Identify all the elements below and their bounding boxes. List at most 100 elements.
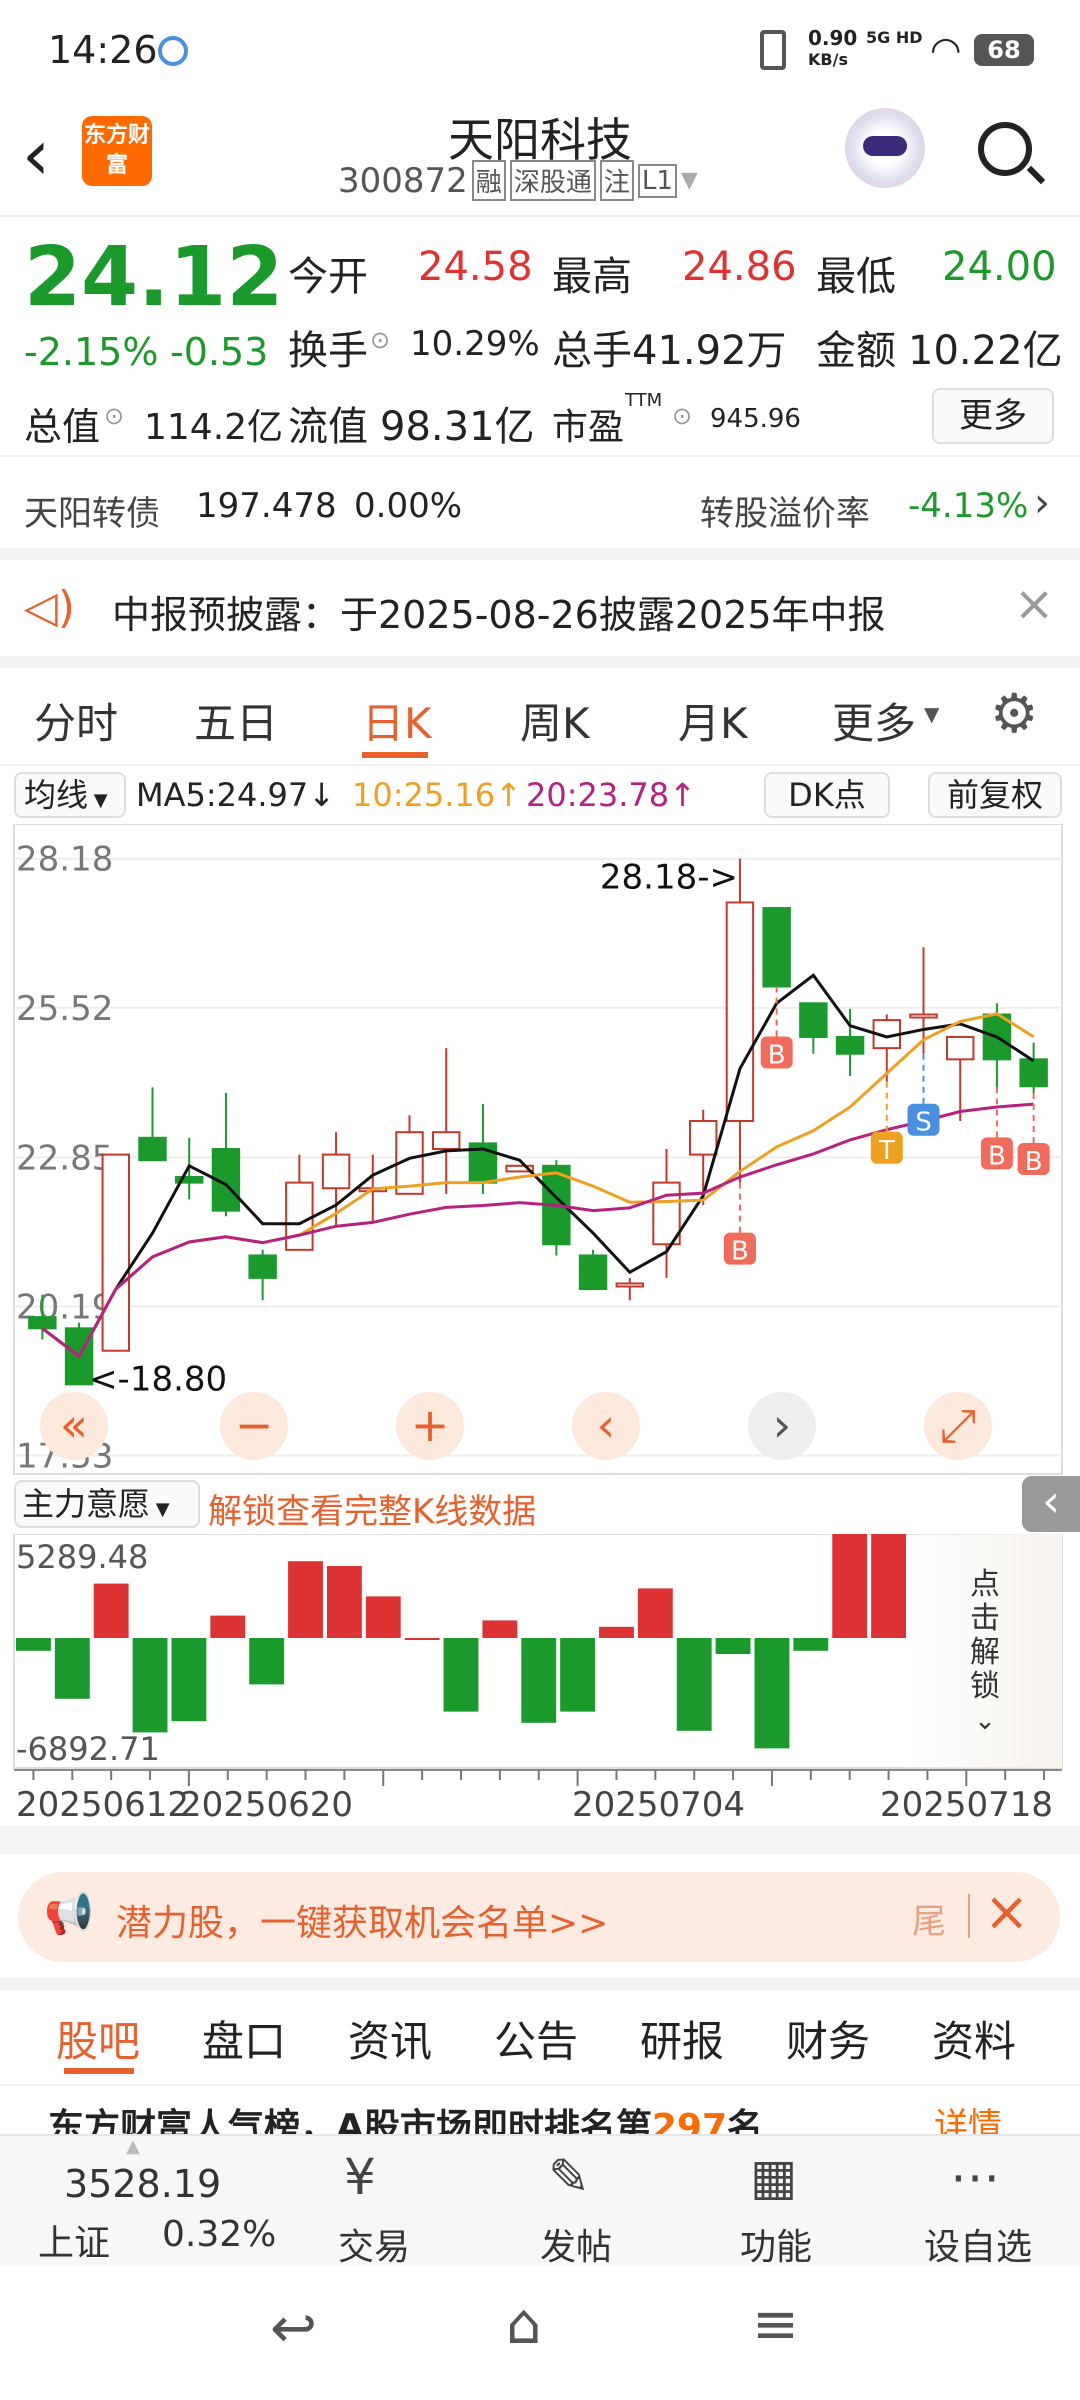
tab-daily-k[interactable]: 日K bbox=[362, 690, 432, 751]
fullscreen-icon[interactable]: ⤢ bbox=[924, 1392, 992, 1460]
stock-header: ‹ 东方财富 天阳科技 300872 融 深股通 注 L1 ▼ bbox=[0, 100, 1080, 215]
index-value[interactable]: 3528.19 bbox=[64, 2162, 221, 2206]
tab-announcement[interactable]: 公告 bbox=[494, 2008, 578, 2069]
tag-connect: 深股通 bbox=[509, 160, 596, 201]
info-icon[interactable]: ⊙ bbox=[370, 326, 390, 354]
menu-icon[interactable]: ≡ bbox=[752, 2292, 799, 2357]
search-icon[interactable] bbox=[978, 122, 1046, 185]
date-label: 20250704 bbox=[572, 1785, 745, 1825]
flow-bar bbox=[793, 1638, 829, 1651]
status-bar: 14:26 0.90 KB/s 5G HD ◠ 68 bbox=[0, 0, 1080, 100]
amount-value: 10.22亿 bbox=[908, 328, 1063, 374]
stock-code-row[interactable]: 300872 融 深股通 注 L1 ▼ bbox=[338, 160, 698, 201]
info-icon[interactable]: ⊙ bbox=[104, 402, 124, 430]
nav-post[interactable]: 发帖 bbox=[540, 2218, 612, 2270]
ranking-suffix: 名 bbox=[727, 2107, 764, 2134]
net-unit: KB/s bbox=[808, 50, 848, 69]
tab-finance[interactable]: 财务 bbox=[786, 2008, 870, 2069]
notice-bar[interactable]: ◁) 中报预披露：于2025-08-26披露2025年中报 × bbox=[0, 560, 1080, 656]
tab-news[interactable]: 资讯 bbox=[348, 2008, 432, 2069]
ma-line bbox=[41, 1012, 1035, 1359]
gear-icon[interactable]: ⚙ bbox=[990, 682, 1038, 745]
post-icon[interactable]: ✎ bbox=[548, 2148, 590, 2206]
home-icon[interactable]: ⌂ bbox=[506, 2292, 542, 2357]
divider bbox=[0, 548, 1080, 560]
quote-panel: 24.12 -2.15% -0.53 今开 24.58 最高 24.86 最低 … bbox=[0, 220, 1080, 450]
ma10-value: 10:25.16↑ bbox=[352, 776, 522, 814]
bond-row[interactable]: 天阳转债 197.478 0.00% 转股溢价率 -4.13% › bbox=[0, 458, 1080, 548]
flow-bar bbox=[443, 1638, 479, 1712]
tab-monthly-k[interactable]: 月K bbox=[678, 690, 748, 751]
flow-bar bbox=[521, 1638, 557, 1723]
high-label: 最高 bbox=[552, 254, 632, 300]
mktcap-value: 114.2亿 bbox=[144, 407, 284, 448]
flow-bar bbox=[210, 1615, 246, 1638]
candlestick-chart[interactable]: 28.1825.5222.8520.1917.5328.18-><-18.80B… bbox=[0, 824, 1080, 1476]
tab-research[interactable]: 研报 bbox=[640, 2008, 724, 2069]
tab-orderbook[interactable]: 盘口 bbox=[202, 2008, 286, 2069]
nav-trade[interactable]: 交易 bbox=[338, 2218, 410, 2270]
flow-bar bbox=[249, 1638, 285, 1685]
flow-bar bbox=[171, 1638, 207, 1722]
close-icon[interactable]: × bbox=[1014, 576, 1054, 632]
more-button[interactable]: 更多 bbox=[932, 388, 1054, 444]
info-icon[interactable]: ⊙ bbox=[672, 402, 692, 430]
candle-body bbox=[138, 1136, 167, 1162]
flow-max-label: 5289.48 bbox=[16, 1538, 148, 1576]
dk-point-button[interactable]: DK点 bbox=[764, 772, 890, 818]
unlock-panel[interactable]: 点击解锁 ⌄ bbox=[908, 1534, 1062, 1768]
scroll-left-icon[interactable]: « bbox=[40, 1392, 108, 1460]
zoom-in-icon[interactable]: + bbox=[396, 1392, 464, 1460]
more-dots-icon[interactable]: ⋯ bbox=[950, 2148, 1000, 2206]
speaker-icon: ◁) bbox=[24, 582, 76, 633]
turnover-label: 换手 bbox=[288, 328, 368, 374]
up-arrow-icon: ▲ bbox=[126, 2136, 140, 2157]
tab-profile[interactable]: 资料 bbox=[932, 2008, 1016, 2069]
tab-five-day[interactable]: 五日 bbox=[194, 690, 278, 751]
megaphone-icon: 📢 bbox=[44, 1891, 94, 1937]
active-tab-indicator bbox=[362, 752, 428, 758]
indicator-select[interactable]: 均线 ▼ bbox=[14, 772, 126, 818]
flow-bar bbox=[637, 1588, 673, 1638]
flow-bar bbox=[326, 1566, 362, 1638]
next-icon[interactable]: › bbox=[748, 1392, 816, 1460]
candle-body bbox=[578, 1254, 608, 1291]
low-value: 24.00 bbox=[942, 244, 1057, 290]
candle-body bbox=[799, 1002, 828, 1038]
detail-link[interactable]: 详情 bbox=[934, 2098, 1002, 2134]
nav-function[interactable]: 功能 bbox=[740, 2218, 812, 2270]
flow-bar bbox=[754, 1638, 790, 1749]
tab-intraday[interactable]: 分时 bbox=[34, 690, 118, 751]
collapse-icon[interactable]: ‹ bbox=[1022, 1476, 1080, 1532]
ranking-ticker[interactable]: 东方财富人气榜，A股市场即时排名第297名 详情 bbox=[0, 2088, 1080, 2134]
close-icon[interactable]: × bbox=[984, 1880, 1029, 1943]
nav-add-watchlist[interactable]: 设自选 bbox=[924, 2218, 1032, 2270]
adjust-button[interactable]: 前复权 bbox=[928, 772, 1062, 818]
divider bbox=[968, 1894, 970, 1938]
assistant-avatar[interactable] bbox=[845, 108, 925, 188]
unlock-link[interactable]: 解锁查看完整K线数据 bbox=[208, 1484, 536, 1533]
header-divider bbox=[0, 215, 1080, 217]
tab-more[interactable]: 更多 bbox=[832, 690, 916, 751]
change-value: -0.53 bbox=[170, 330, 269, 374]
divider bbox=[0, 656, 1080, 668]
back-icon[interactable]: ↩ bbox=[270, 2296, 317, 2361]
dropdown-icon: ▼ bbox=[150, 1499, 170, 1520]
y-tick-label: 25.52 bbox=[16, 989, 113, 1029]
index-name[interactable]: 上证 bbox=[38, 2214, 110, 2266]
status-time: 14:26 bbox=[48, 28, 158, 72]
tab-guba[interactable]: 股吧 bbox=[56, 2008, 140, 2069]
prev-icon[interactable]: ‹ bbox=[572, 1392, 640, 1460]
tab-weekly-k[interactable]: 周K bbox=[520, 690, 590, 751]
promo-banner[interactable]: 📢 潜力股，一键获取机会名单>> 尾 × bbox=[18, 1872, 1060, 1962]
promo-text: 潜力股，一键获取机会名单>> bbox=[116, 1903, 609, 1944]
float-value: 98.31亿 bbox=[380, 404, 535, 450]
trade-icon[interactable]: ¥ bbox=[344, 2148, 376, 2206]
open-label: 今开 bbox=[288, 254, 368, 300]
amount-label: 金额 bbox=[816, 328, 896, 374]
zoom-out-icon[interactable]: − bbox=[220, 1392, 288, 1460]
flow-indicator-select[interactable]: 主力意愿 ▼ bbox=[14, 1480, 200, 1528]
ma5-text: MA5:24.97 bbox=[136, 776, 309, 814]
function-icon[interactable]: ▦ bbox=[750, 2148, 797, 2206]
candle-body bbox=[248, 1254, 277, 1279]
